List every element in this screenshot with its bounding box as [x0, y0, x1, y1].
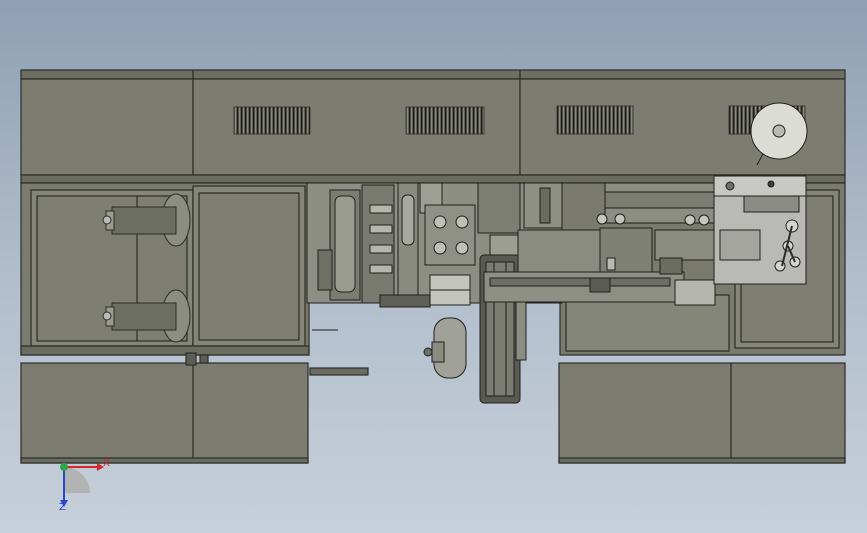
top-left-panel: [20, 78, 194, 176]
coordinate-triad: [60, 463, 104, 507]
machine-top-view[interactable]: [0, 0, 867, 533]
y-axis-indicator: [60, 463, 68, 471]
vent-grille-top-2: [405, 106, 485, 135]
film-roll: [423, 317, 467, 379]
x-axis-label: X: [103, 458, 110, 469]
cad-viewport[interactable]: X Z: [0, 0, 867, 533]
bottom-cabinet-right: [558, 362, 846, 464]
vent-grille-top-1: [233, 106, 311, 135]
z-axis-label: Z: [59, 502, 66, 513]
bottom-cabinet-left: [20, 352, 369, 464]
vent-grille-top-3: [556, 105, 634, 135]
